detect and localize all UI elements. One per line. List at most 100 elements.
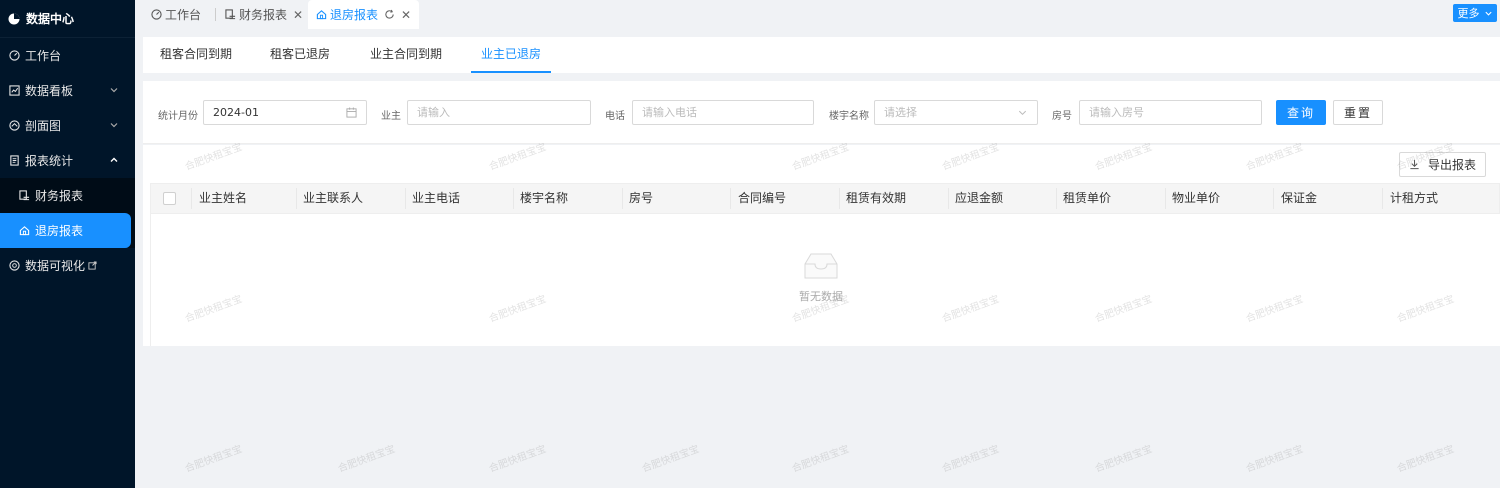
column-divider — [191, 188, 192, 209]
tag-checkout-report[interactable]: 退房报表 ✕ — [308, 0, 420, 29]
refresh-icon[interactable] — [384, 9, 395, 20]
watermark: 合肥快租宝宝 — [640, 443, 701, 475]
watermark: 合肥快租宝宝 — [1395, 443, 1456, 475]
sidebar-item-workbench[interactable]: 工作台 — [0, 38, 135, 73]
owner-label: 业主 — [381, 111, 401, 122]
chart-icon — [8, 85, 20, 97]
sidebar-item-finance-report[interactable]: 财务报表 — [0, 178, 135, 213]
phone-label: 电话 — [605, 111, 625, 122]
building-placeholder: 请选择 — [884, 106, 917, 119]
subtabs-bar: 租客合同到期 租客已退房 业主合同到期 业主已退房 — [143, 37, 1500, 73]
room-placeholder: 请输入房号 — [1089, 106, 1144, 119]
close-icon[interactable]: ✕ — [401, 8, 411, 22]
watermark: 合肥快租宝宝 — [940, 443, 1001, 475]
sidebar-item-label: 剖面图 — [25, 119, 62, 133]
tab-tenant-checked-out[interactable]: 租客已退房 — [270, 37, 330, 73]
more-label: 更多 — [1457, 7, 1480, 20]
column-header[interactable]: 房号 — [629, 184, 653, 213]
column-divider — [1382, 188, 1383, 209]
column-header[interactable]: 业主联系人 — [303, 184, 363, 213]
sidebar-item-label: 退房报表 — [35, 224, 84, 238]
sidebar-item-label: 财务报表 — [35, 189, 84, 203]
building-select[interactable]: 请选择 — [874, 100, 1038, 125]
column-divider — [1273, 188, 1274, 209]
column-divider — [730, 188, 731, 209]
watermark: 合肥快租宝宝 — [790, 443, 851, 475]
owner-input[interactable]: 请输入 — [407, 100, 591, 125]
column-divider — [296, 188, 297, 209]
report-icon — [8, 155, 20, 167]
tag-finance-report[interactable]: 财务报表 ✕ — [225, 0, 303, 29]
table-card: 导出报表 业主姓名 业主联系人 业主电话 楼宇名称 房号 合同编号 租赁有效期 … — [143, 145, 1500, 346]
month-value: 2024-01 — [213, 106, 259, 119]
column-header[interactable]: 业主姓名 — [199, 184, 247, 213]
reset-button[interactable]: 重置 — [1333, 100, 1383, 125]
column-header[interactable]: 保证金 — [1281, 184, 1317, 213]
dashboard-icon — [151, 9, 162, 20]
select-all-checkbox[interactable] — [163, 192, 176, 205]
sidebar-item-checkout-report[interactable]: 退房报表 — [0, 213, 131, 248]
chevron-down-icon — [1018, 110, 1027, 116]
column-divider — [405, 188, 406, 209]
filter-form: 统计月份 2024-01 业主 请输入 电话 请输入电话 楼宇名称 请选择 房号… — [143, 81, 1500, 144]
sidebar-item-report-stats[interactable]: 报表统计 — [0, 143, 135, 178]
column-header[interactable]: 楼宇名称 — [520, 184, 568, 213]
calendar-icon — [346, 107, 357, 118]
column-header[interactable]: 租赁单价 — [1063, 184, 1111, 213]
column-divider — [1165, 188, 1166, 209]
building-label: 楼宇名称 — [829, 111, 869, 122]
chevron-down-icon — [110, 123, 118, 128]
column-header[interactable]: 合同编号 — [738, 184, 786, 213]
column-header[interactable]: 物业单价 — [1172, 184, 1220, 213]
finance-report-icon — [18, 190, 30, 202]
dashboard-icon — [8, 50, 20, 62]
table-header: 业主姓名 业主联系人 业主电话 楼宇名称 房号 合同编号 租赁有效期 应退金额 … — [150, 183, 1500, 214]
empty-box-icon — [804, 253, 838, 279]
month-picker[interactable]: 2024-01 — [203, 100, 367, 125]
column-divider — [513, 188, 514, 209]
sidebar-item-label: 数据可视化 — [25, 259, 86, 273]
sidebar-item-section-view[interactable]: 剖面图 — [0, 108, 135, 143]
chevron-up-icon — [110, 157, 118, 162]
finance-report-icon — [225, 9, 236, 20]
sidebar-item-label: 工作台 — [25, 49, 62, 63]
room-label: 房号 — [1052, 111, 1072, 122]
section-icon — [8, 120, 20, 132]
room-input[interactable]: 请输入房号 — [1079, 100, 1262, 125]
tag-workbench[interactable]: 工作台 — [151, 0, 201, 29]
watermark: 合肥快租宝宝 — [183, 443, 244, 475]
column-divider — [1056, 188, 1057, 209]
column-header[interactable]: 租赁有效期 — [846, 184, 906, 213]
home-icon — [316, 10, 327, 20]
external-link-icon — [88, 261, 97, 270]
column-divider — [839, 188, 840, 209]
tag-label: 退房报表 — [330, 8, 379, 22]
column-header[interactable]: 业主电话 — [412, 184, 460, 213]
close-icon[interactable]: ✕ — [293, 8, 303, 22]
month-label: 统计月份 — [158, 111, 198, 122]
tags-bar: 工作台 财务报表 ✕ 退房报表 ✕ 更多 — [135, 0, 1500, 29]
column-header[interactable]: 应退金额 — [955, 184, 1003, 213]
watermark: 合肥快租宝宝 — [336, 443, 397, 475]
column-header[interactable]: 计租方式 — [1390, 184, 1438, 213]
tab-tenant-contract-expiring[interactable]: 租客合同到期 — [160, 37, 232, 73]
watermark: 合肥快租宝宝 — [1093, 443, 1154, 475]
column-divider — [948, 188, 949, 209]
watermark: 合肥快租宝宝 — [1244, 443, 1305, 475]
tab-owner-contract-expiring[interactable]: 业主合同到期 — [370, 37, 442, 73]
sidebar: 数据中心 工作台 数据看板 剖面图 报表统计 财务报表 退房报表 数据可视化 — [0, 0, 135, 488]
phone-input[interactable]: 请输入电话 — [632, 100, 814, 125]
phone-placeholder: 请输入电话 — [642, 106, 697, 119]
tag-label: 财务报表 — [239, 8, 288, 22]
query-button[interactable]: 查询 — [1276, 100, 1326, 125]
column-divider — [622, 188, 623, 209]
sidebar-item-data-visualization[interactable]: 数据可视化 — [0, 248, 135, 283]
logo-icon — [8, 13, 20, 24]
brand[interactable]: 数据中心 — [0, 0, 135, 38]
sidebar-item-data-board[interactable]: 数据看板 — [0, 73, 135, 108]
tab-owner-checked-out[interactable]: 业主已退房 — [470, 37, 552, 73]
sidebar-item-label: 报表统计 — [25, 154, 74, 168]
submenu-report: 财务报表 退房报表 — [0, 178, 135, 248]
more-button[interactable]: 更多 — [1453, 4, 1497, 22]
chevron-down-icon — [1484, 11, 1492, 16]
